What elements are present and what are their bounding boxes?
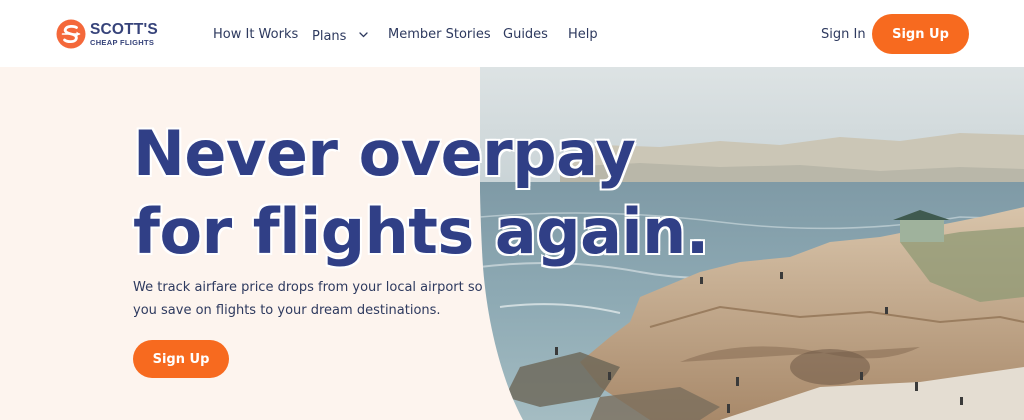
subtext-line-1: We track airfare price drops from your l… [133,280,483,295]
logo-icon [56,19,86,49]
hero-section: Never overpay for flights again. We trac… [0,67,1024,420]
headline-line-2: for flights again. [133,195,709,268]
sign-in-link[interactable]: Sign In [821,27,866,42]
nav-guides[interactable]: Guides [503,27,548,42]
logo-tagline: CHEAP FLIGHTS [90,37,155,47]
site-header: SCOTT'S CHEAP FLIGHTS How It Works Plans… [0,0,1024,67]
nav-plans-label: Plans [312,29,347,44]
header-sign-up-button[interactable]: Sign Up [872,14,969,54]
nav-plans[interactable]: Plans [312,27,368,44]
hero-subtext: We track airfare price drops from your l… [133,276,493,322]
headline-line-1: Never overpay [133,117,636,190]
chevron-down-icon [358,27,368,42]
logo-wordmark: SCOTT'S [90,21,158,38]
nav-help[interactable]: Help [568,27,598,42]
subtext-line-2: you save on flights to your dream destin… [133,303,441,318]
brand-logo[interactable]: SCOTT'S CHEAP FLIGHTS [56,18,158,50]
hero-headline: Never overpay for flights again. [133,115,709,271]
nav-how-it-works[interactable]: How It Works [213,27,298,42]
hero-sign-up-button[interactable]: Sign Up [133,340,229,378]
nav-member-stories[interactable]: Member Stories [388,27,491,42]
